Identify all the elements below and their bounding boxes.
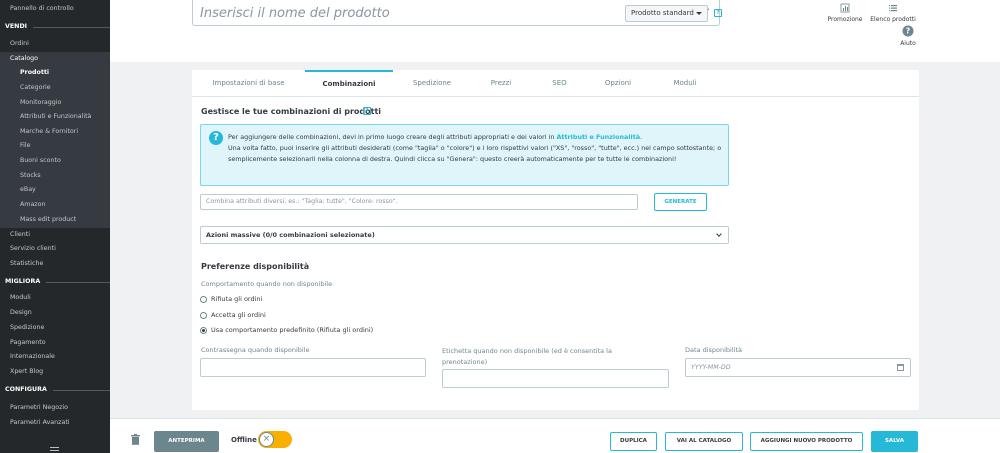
sidebar-subitem-products[interactable]: Prodotti (0, 66, 110, 80)
radio-default-behavior[interactable]: Usa comportamento predefinito (Rifiuta g… (200, 326, 373, 334)
sidebar-subitem-categories[interactable]: Categorie (0, 81, 110, 95)
sidebar-section-vendi: VENDI (0, 20, 110, 34)
caret-down-icon (696, 12, 702, 15)
availability-date-input[interactable]: YYYY-MM-DD (685, 358, 911, 377)
sidebar-section-migliora: MIGLIORA (0, 275, 110, 289)
sidebar-item-international[interactable]: Internazionale (0, 350, 110, 364)
sidebar-item-orders[interactable]: Ordini (0, 37, 110, 51)
radio-allow-orders[interactable]: Accetta gli ordini (200, 311, 266, 319)
availability-title: Preferenze disponibilità (201, 262, 310, 271)
sidebar-subitem-monitoring[interactable]: Monitoraggio (0, 96, 110, 110)
sidebar-item-payment[interactable]: Pagamento (0, 336, 110, 350)
sidebar-item-advanced-params[interactable]: Parametri Avanzati (0, 416, 110, 430)
promotion-link[interactable]: Promozione (824, 3, 866, 23)
product-tabs: Impostazioni di base Combinazioni Spediz… (192, 70, 919, 97)
product-list-link[interactable]: Elenco prodotti (867, 3, 919, 23)
sidebar-item-shop-params[interactable]: Parametri Negozio (0, 401, 110, 415)
tab-combinations[interactable]: Combinazioni (305, 70, 393, 97)
radio-deny-orders[interactable]: Rifiuta gli ordini (200, 295, 262, 303)
tab-options[interactable]: Opzioni (588, 70, 648, 97)
help-icon[interactable]: ? (714, 9, 722, 17)
product-name-placeholder: Inserisci il nome del prodotto (200, 6, 390, 21)
sidebar-item-shipping[interactable]: Spedizione (0, 321, 110, 335)
close-icon: × (259, 432, 274, 447)
calendar-icon (897, 364, 904, 371)
sidebar-section-configura: CONFIGURA (0, 383, 110, 397)
combinations-help-icon[interactable]: ? (363, 107, 371, 115)
out-of-stock-label: Etichetta quando non disponibile (ed è c… (442, 347, 612, 366)
product-type-select[interactable]: Prodotto standard (625, 5, 708, 22)
chevron-down-icon (716, 231, 722, 237)
sidebar-item-customer-service[interactable]: Servizio clienti (0, 242, 110, 256)
online-toggle[interactable]: × (258, 431, 292, 448)
bulk-actions-dropdown[interactable]: Azioni massive (0/0 combinazioni selezio… (200, 226, 729, 244)
help-link[interactable]: ? Aiuto (894, 25, 922, 47)
in-stock-input[interactable] (200, 358, 426, 377)
preview-button[interactable]: ANTEPRIMA (154, 431, 219, 452)
sidebar: Pannello di controllo VENDI Ordini Catal… (0, 0, 110, 453)
sidebar-subitem-stocks[interactable]: Stocks (0, 169, 110, 183)
sidebar-subitem-ebay[interactable]: eBay (0, 183, 110, 197)
duplicate-button[interactable]: DUPLICA (610, 432, 657, 451)
sidebar-item-dashboard[interactable]: Pannello di controllo (0, 2, 110, 16)
tab-shipping[interactable]: Spedizione (398, 70, 466, 97)
sidebar-item-xpert-blog[interactable]: Xpert Blog (0, 365, 110, 379)
product-form-card: Impostazioni di base Combinazioni Spediz… (192, 70, 919, 410)
attributes-features-link[interactable]: Attributi e Funzionalità (556, 133, 640, 141)
offline-label: Offline (231, 436, 257, 444)
tab-modules[interactable]: Moduli (653, 70, 717, 97)
help-circle-icon: ? (902, 25, 914, 37)
combine-attributes-input[interactable]: Combina attributi diversi, es.: "Taglia:… (200, 194, 638, 210)
info-alert: ? Per aggiungere delle combinazioni, dev… (200, 124, 729, 186)
in-stock-label: Contrassegna quando disponibile (201, 346, 310, 354)
combinations-title: Gestisce le tue combinazioni di prodotti (201, 107, 382, 116)
sidebar-item-design[interactable]: Design (0, 306, 110, 320)
info-text: Per aggiungere delle combinazioni, devi … (228, 133, 722, 163)
trash-icon[interactable] (131, 434, 140, 445)
svg-text:?: ? (906, 27, 911, 36)
sidebar-subitem-files[interactable]: File (0, 139, 110, 153)
question-circle-icon: ? (209, 131, 223, 145)
out-of-stock-behavior-label: Comportamento quando non disponibile (201, 280, 333, 288)
sidebar-subitem-amazon[interactable]: Amazon (0, 198, 110, 212)
sidebar-item-modules[interactable]: Moduli (0, 291, 110, 305)
bar-chart-icon (840, 3, 850, 13)
save-button[interactable]: SALVA (871, 431, 918, 452)
product-header: Inserisci il nome del prodotto Prodotto … (110, 0, 1000, 62)
sidebar-item-statistics[interactable]: Statistiche (0, 257, 110, 271)
tab-seo[interactable]: SEO (537, 70, 582, 97)
availability-date-label: Data disponibilità (685, 346, 743, 354)
menu-collapse-icon[interactable] (50, 447, 59, 453)
generate-button[interactable]: GENERATE (654, 193, 707, 211)
go-to-catalog-button[interactable]: VAI AL CATALOGO (665, 432, 743, 451)
sidebar-item-catalog[interactable]: Catalogo (0, 52, 110, 66)
add-new-product-button[interactable]: AGGIUNGI NUOVO PRODOTTO (750, 432, 863, 451)
sidebar-item-customers[interactable]: Clienti (0, 228, 110, 242)
list-icon (889, 5, 897, 12)
sidebar-subitem-attributes[interactable]: Attributi e Funzionalità (0, 110, 110, 124)
out-of-stock-input[interactable] (442, 369, 669, 388)
tab-prices[interactable]: Prezzi (472, 70, 530, 97)
tab-basic-settings[interactable]: Impostazioni di base (197, 70, 300, 97)
sidebar-subitem-brands[interactable]: Marche & Fornitori (0, 125, 110, 139)
sidebar-subitem-vouchers[interactable]: Buoni sconto (0, 154, 110, 168)
footer-toolbar: ANTEPRIMA Offline × DUPLICA VAI AL CATAL… (110, 418, 1000, 453)
sidebar-subitem-mass-edit[interactable]: Mass edit product (0, 213, 110, 227)
